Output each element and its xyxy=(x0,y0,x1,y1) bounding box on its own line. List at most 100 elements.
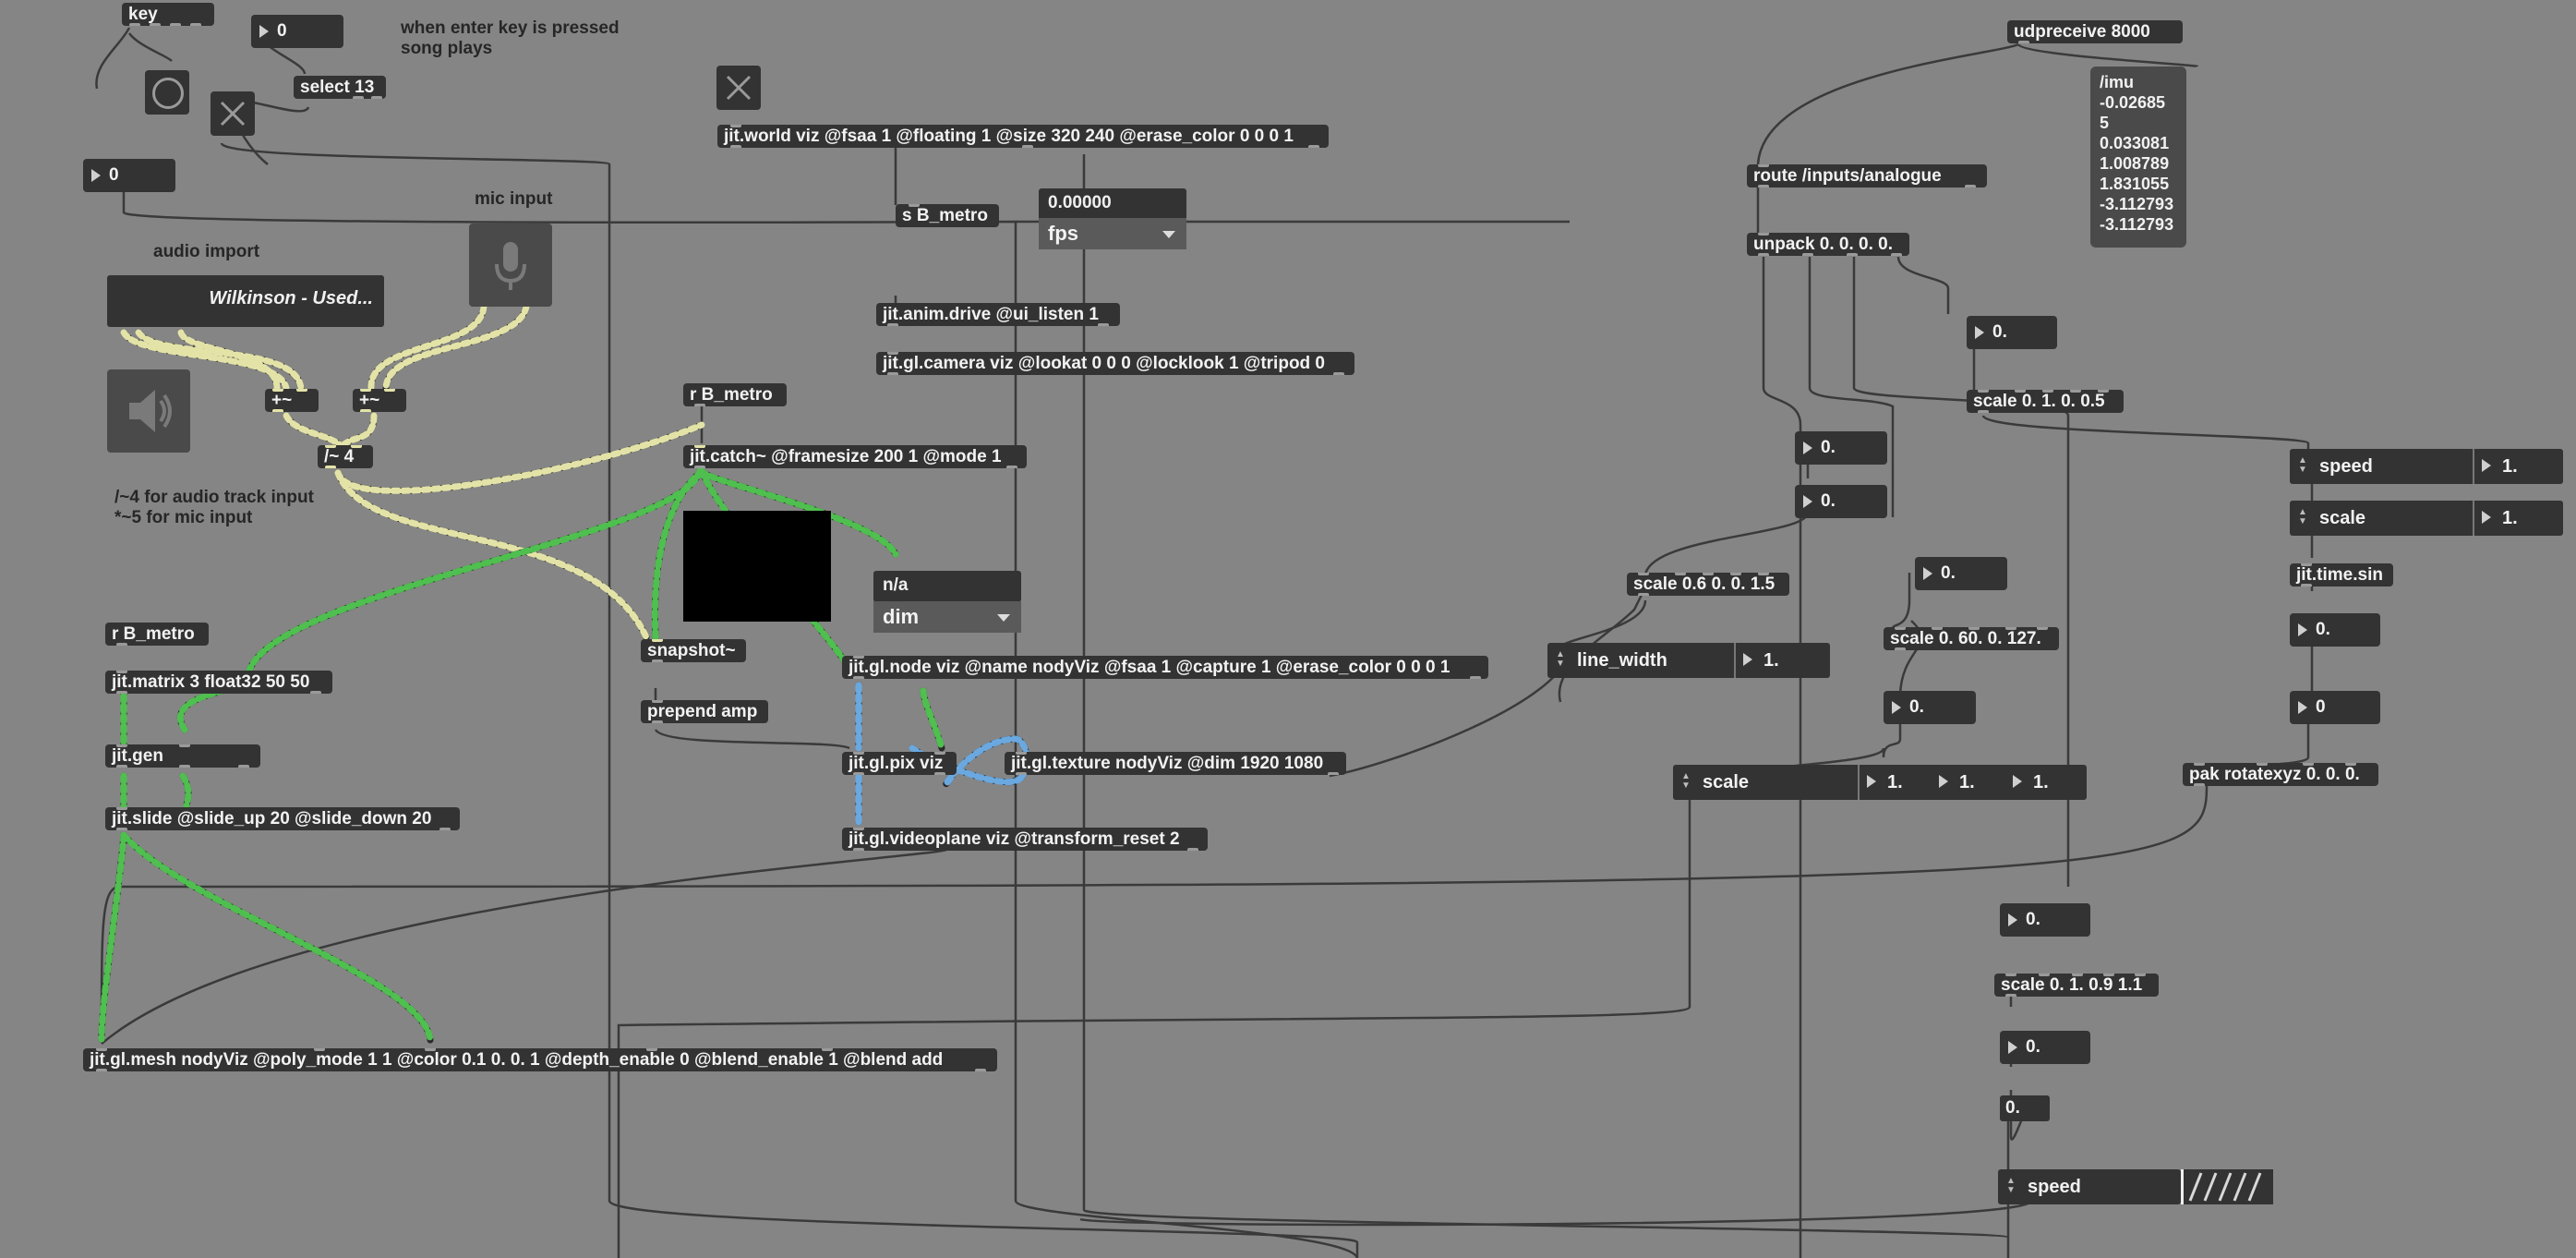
left-number-box[interactable]: 0 xyxy=(83,159,175,192)
jit-world-object[interactable]: jit.world viz @fsaa 1 @floating 1 @size … xyxy=(717,125,1329,148)
plus-object-2[interactable]: +~ xyxy=(353,389,406,412)
inlet[interactable] xyxy=(1895,627,1906,630)
inlet[interactable] xyxy=(2257,763,2268,766)
outlet[interactable] xyxy=(2018,41,2029,43)
udpreceive-object[interactable]: udpreceive 8000 xyxy=(2007,20,2183,43)
outlet[interactable] xyxy=(853,772,864,775)
outlet[interactable] xyxy=(1965,185,1976,187)
inlet[interactable] xyxy=(116,671,127,673)
outlet[interactable] xyxy=(1328,772,1339,775)
inlet[interactable] xyxy=(2005,627,2016,630)
float-object[interactable]: 0. xyxy=(2000,1095,2050,1121)
outlet[interactable] xyxy=(439,828,451,830)
toggle-button[interactable] xyxy=(211,91,255,136)
inlet[interactable] xyxy=(116,807,127,810)
jit-time-sin-object[interactable]: jit.time.sin xyxy=(2290,563,2393,587)
outlet[interactable] xyxy=(325,466,336,468)
inlet[interactable] xyxy=(325,445,336,448)
number-box[interactable]: 0 xyxy=(2290,691,2380,724)
dial-value-x[interactable]: 1. xyxy=(1858,765,1903,800)
inlet[interactable] xyxy=(2072,974,2083,976)
speed-dial-bottom[interactable]: ▲ ▼ speed xyxy=(1998,1169,2181,1204)
outlet[interactable] xyxy=(1638,593,1649,596)
scale-xyz-dial[interactable]: ▲ ▼ scale 1. 1. 1. xyxy=(1673,765,2087,800)
outlet[interactable] xyxy=(1006,466,1017,468)
render-toggle[interactable] xyxy=(716,66,761,110)
outlet[interactable] xyxy=(2005,994,2016,997)
gl-node-object[interactable]: jit.gl.node viz @name nodyViz @fsaa 1 @c… xyxy=(842,656,1488,679)
scale-object-d[interactable]: scale 0. 1. 0.9 1.1 xyxy=(1994,974,2159,997)
pak-object[interactable]: pak rotatexyz 0. 0. 0. xyxy=(2183,763,2378,786)
prepend-object[interactable]: prepend amp xyxy=(641,700,768,723)
outlet[interactable] xyxy=(179,765,190,768)
route-object[interactable]: route /inputs/analogue xyxy=(1747,164,1987,187)
outlet[interactable] xyxy=(272,409,283,412)
dial-value-z[interactable]: 1. xyxy=(2005,765,2049,800)
gl-pix-object[interactable]: jit.gl.pix viz xyxy=(842,752,957,775)
outlet[interactable] xyxy=(1098,323,1109,326)
outlet[interactable] xyxy=(2194,783,2205,786)
scale-dial[interactable]: ▲ ▼ scale 1. xyxy=(2290,501,2563,536)
speed-dial[interactable]: ▲ ▼ speed 1. xyxy=(2290,449,2563,484)
outlet[interactable] xyxy=(652,720,663,723)
outlet[interactable] xyxy=(1016,772,1027,775)
inlet[interactable] xyxy=(384,389,395,392)
receive-metro-object-2[interactable]: r B_metro xyxy=(105,623,209,646)
number-box[interactable]: 0. xyxy=(2000,903,2090,937)
inlet[interactable] xyxy=(652,639,663,642)
mic-input-button[interactable] xyxy=(469,224,552,307)
inlet[interactable] xyxy=(360,389,371,392)
number-box[interactable]: 0. xyxy=(1884,691,1976,724)
anim-drive-object[interactable]: jit.anim.drive @ui_listen 1 xyxy=(876,303,1120,326)
outlet[interactable] xyxy=(170,23,181,26)
inlet[interactable] xyxy=(272,389,283,392)
outlet[interactable] xyxy=(116,765,127,768)
inlet[interactable] xyxy=(2098,390,2109,393)
outlet[interactable] xyxy=(975,1069,986,1071)
plus-object-1[interactable]: +~ xyxy=(265,389,319,412)
outlet[interactable] xyxy=(116,643,127,646)
jit-matrix-object[interactable]: jit.matrix 3 float32 50 50 xyxy=(105,671,332,694)
bang-button[interactable] xyxy=(145,70,189,115)
outlet[interactable] xyxy=(96,1069,107,1071)
speed-slider[interactable] xyxy=(2181,1169,2273,1204)
inlet[interactable] xyxy=(1978,390,1989,393)
inlet[interactable] xyxy=(934,752,945,755)
outlet[interactable] xyxy=(360,409,371,412)
outlet[interactable] xyxy=(652,659,663,662)
inlet[interactable] xyxy=(351,445,362,448)
outlet[interactable] xyxy=(129,23,140,26)
outlet[interactable] xyxy=(116,691,127,694)
jit-slide-object[interactable]: jit.slide @slide_up 20 @slide_down 20 xyxy=(105,807,460,830)
gl-texture-object[interactable]: jit.gl.texture nodyViz @dim 1920 1080 xyxy=(1005,752,1346,775)
outlet[interactable] xyxy=(310,691,321,694)
dial-value[interactable]: 1. xyxy=(2473,449,2518,484)
number-box[interactable]: 0. xyxy=(1795,431,1887,465)
number-box[interactable]: 0. xyxy=(2290,613,2380,647)
dial-value-y[interactable]: 1. xyxy=(1932,765,1975,800)
inlet[interactable] xyxy=(96,1048,107,1051)
inlet[interactable] xyxy=(2303,763,2314,766)
outlet[interactable] xyxy=(853,848,864,851)
inlet[interactable] xyxy=(2345,763,2356,766)
inlet[interactable] xyxy=(2301,563,2312,566)
inlet[interactable] xyxy=(646,1048,657,1051)
playlist[interactable]: Wilkinson - Used... xyxy=(107,275,384,327)
inlet[interactable] xyxy=(887,352,898,355)
outlet[interactable] xyxy=(1758,185,1769,187)
inlet[interactable] xyxy=(1758,233,1769,236)
number-box[interactable]: 0. xyxy=(1967,316,2057,349)
inlet[interactable] xyxy=(853,656,864,659)
outlet[interactable] xyxy=(1895,647,1906,650)
outlet[interactable] xyxy=(694,466,705,468)
inlet[interactable] xyxy=(1016,752,1027,755)
inlet[interactable] xyxy=(822,1048,833,1051)
outlet[interactable] xyxy=(116,828,127,830)
inlet[interactable] xyxy=(2194,763,2205,766)
inlet[interactable] xyxy=(425,1048,436,1051)
fps-menu[interactable]: fps xyxy=(1039,218,1186,249)
outlet[interactable] xyxy=(371,96,382,99)
inlet[interactable] xyxy=(853,828,864,830)
inlet[interactable] xyxy=(2039,974,2050,976)
outlet[interactable] xyxy=(1891,253,1902,256)
